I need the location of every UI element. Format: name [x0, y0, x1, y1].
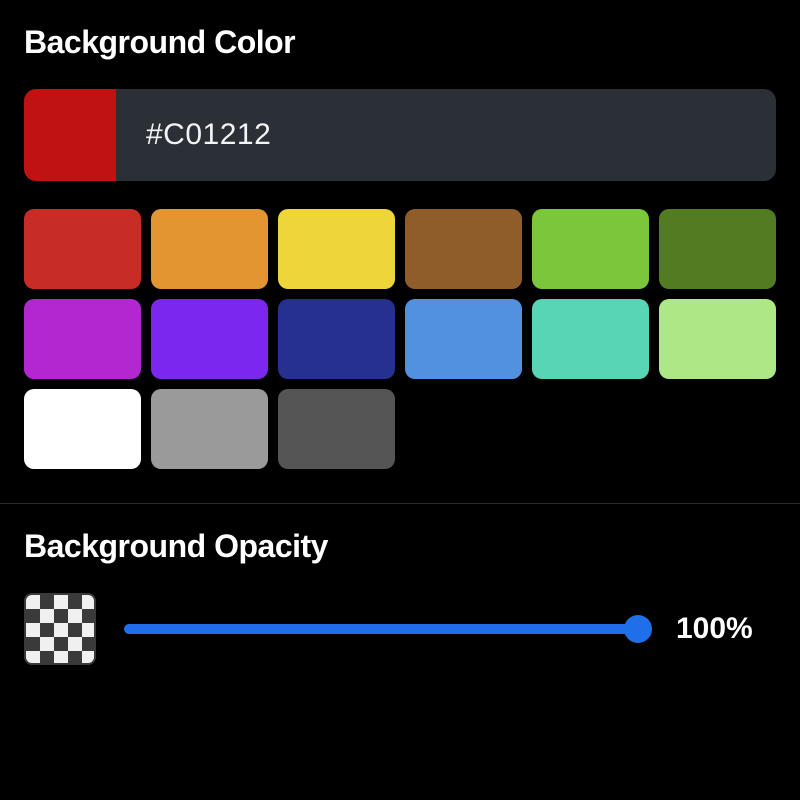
current-color-swatch[interactable]	[24, 89, 116, 181]
color-swatch[interactable]	[405, 299, 522, 379]
section-divider	[0, 503, 800, 504]
color-swatch[interactable]	[532, 209, 649, 289]
color-swatch[interactable]	[151, 209, 268, 289]
opacity-value-label: 100%	[676, 612, 776, 646]
opacity-row: 100%	[24, 593, 776, 665]
color-swatch[interactable]	[151, 299, 268, 379]
opacity-slider-thumb[interactable]	[624, 615, 652, 643]
color-swatch[interactable]	[24, 209, 141, 289]
color-swatch[interactable]	[278, 299, 395, 379]
opacity-slider-track	[124, 624, 648, 634]
color-swatch[interactable]	[659, 299, 776, 379]
swatch-grid	[24, 209, 776, 469]
color-swatch[interactable]	[659, 209, 776, 289]
color-swatch[interactable]	[151, 389, 268, 469]
opacity-preview-swatch	[24, 593, 96, 665]
color-swatch[interactable]	[405, 209, 522, 289]
color-swatch[interactable]	[278, 389, 395, 469]
color-swatch[interactable]	[278, 209, 395, 289]
color-swatch[interactable]	[532, 299, 649, 379]
hex-input[interactable]	[146, 118, 776, 152]
background-settings-panel: Background Color Background Opacity 100%	[0, 0, 800, 689]
background-color-title: Background Color	[24, 24, 776, 61]
color-swatch[interactable]	[24, 299, 141, 379]
background-opacity-title: Background Opacity	[24, 528, 776, 565]
color-input-row	[24, 89, 776, 181]
color-swatch[interactable]	[24, 389, 141, 469]
hex-field-container	[116, 89, 776, 181]
opacity-slider[interactable]	[124, 617, 648, 641]
